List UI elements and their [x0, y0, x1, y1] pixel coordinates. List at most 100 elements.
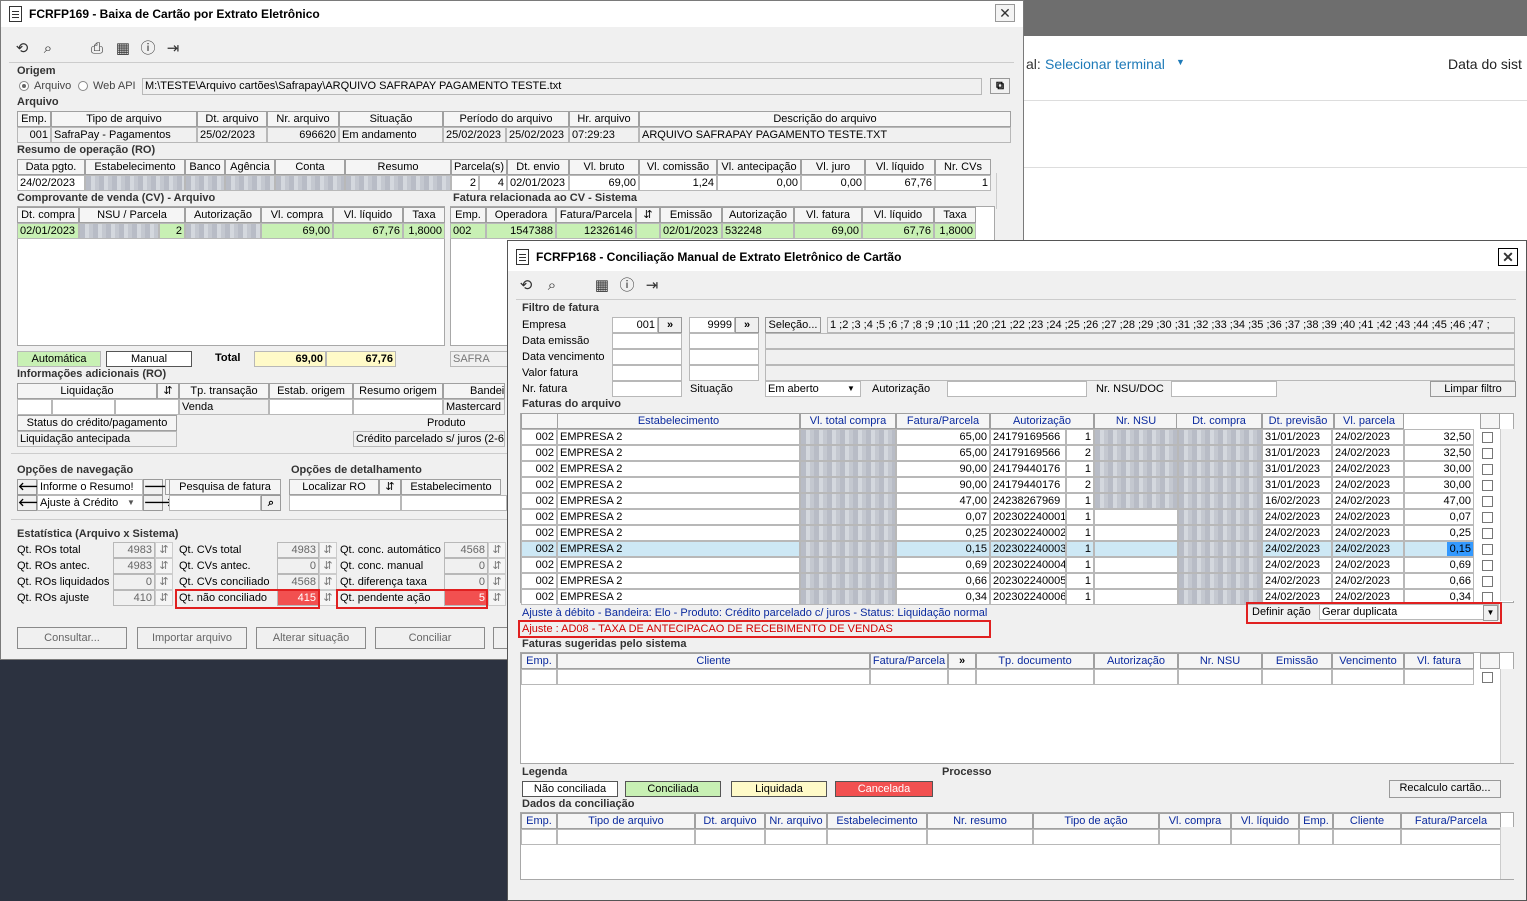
- fat-row-1-empresa[interactable]: EMPRESA 2: [557, 445, 800, 461]
- fat-row-8-vlparcela[interactable]: 0,69: [1404, 557, 1474, 573]
- nav-prev-button-2[interactable]: 🡐: [17, 495, 48, 511]
- cv-vlliquido[interactable]: 67,76: [333, 223, 403, 239]
- fat-row-9-parcela[interactable]: 1: [1066, 573, 1094, 589]
- empresa-to-button[interactable]: »: [735, 317, 759, 333]
- fat-row-5-checkbox[interactable]: [1482, 512, 1493, 523]
- fat-row-2-checkbox[interactable]: [1482, 464, 1493, 475]
- help-icon-2[interactable]: ⓘ: [617, 277, 637, 295]
- fat-row-2-parcela[interactable]: 1: [1066, 461, 1094, 477]
- fat-row-1-emp[interactable]: 002: [521, 445, 557, 461]
- fat-row-4-dtprevisao[interactable]: 24/02/2023: [1332, 493, 1404, 509]
- fat-row-8-dtprevisao[interactable]: 24/02/2023: [1332, 557, 1404, 573]
- exit-icon[interactable]: ⇥: [163, 40, 183, 58]
- cv-dtcompra[interactable]: 02/01/2023: [17, 223, 79, 239]
- close-button[interactable]: ✕: [995, 4, 1015, 22]
- definir-acao-dropdown-icon[interactable]: ▼: [1483, 605, 1498, 621]
- fat-row-3-dtcompra[interactable]: 31/01/2023: [1262, 477, 1332, 493]
- ro-dtenvio[interactable]: 02/01/2023: [507, 175, 569, 191]
- fat-row-5-emp[interactable]: 002: [521, 509, 557, 525]
- fat-row-3-parcela[interactable]: 2: [1066, 477, 1094, 493]
- fat-row-1-parcela[interactable]: 2: [1066, 445, 1094, 461]
- cv-vlcompra[interactable]: 69,00: [261, 223, 333, 239]
- fat-row-1-dtprevisao[interactable]: 24/02/2023: [1332, 445, 1404, 461]
- fat-vlliquido[interactable]: 67,76: [862, 223, 934, 239]
- fat-row-9-fatura[interactable]: 202302240005: [990, 573, 1066, 589]
- cv-parcela[interactable]: 2: [159, 223, 185, 239]
- sug-row-0-cell-8[interactable]: [1332, 669, 1404, 685]
- fat-row-7-emp[interactable]: 002: [521, 541, 557, 557]
- dados-row-0-cell-0[interactable]: [521, 829, 557, 845]
- fat-row-8-checkbox[interactable]: [1482, 560, 1493, 571]
- situacao-dropdown-icon[interactable]: ▼: [847, 384, 855, 393]
- nsu-filter-input[interactable]: [1171, 381, 1277, 397]
- sug-row-0-cell-6[interactable]: [1178, 669, 1262, 685]
- print-icon[interactable]: ⎙: [87, 40, 107, 58]
- fat-autorizacao[interactable]: 532248: [722, 223, 794, 239]
- dados-row-0-cell-6[interactable]: [1033, 829, 1159, 845]
- dados-row-0-cell-2[interactable]: [695, 829, 765, 845]
- ro-nrcvs[interactable]: 1: [935, 175, 991, 191]
- fat-row-6-parcela[interactable]: 1: [1066, 525, 1094, 541]
- fat-fatura[interactable]: 12326146: [556, 223, 636, 239]
- fat-row-5-parcela[interactable]: 1: [1066, 509, 1094, 525]
- stats3-sort-1[interactable]: ⇵: [488, 558, 506, 574]
- fat-row-5-vltotal[interactable]: 0,07: [896, 509, 990, 525]
- dados-row-0-cell-7[interactable]: [1159, 829, 1231, 845]
- fat-row-1-dtcompra[interactable]: 31/01/2023: [1262, 445, 1332, 461]
- dados-row-0-cell-11[interactable]: [1401, 829, 1501, 845]
- fat-row-9-vlparcela[interactable]: 0,66: [1404, 573, 1474, 589]
- dados-row-0-cell-3[interactable]: [765, 829, 827, 845]
- sug-row-0-cell-7[interactable]: [1262, 669, 1332, 685]
- fat-row-3-vlparcela[interactable]: 30,00: [1404, 477, 1474, 493]
- fat-row-8-empresa[interactable]: EMPRESA 2: [557, 557, 800, 573]
- fat-row-5-fatura[interactable]: 202302240001: [990, 509, 1066, 525]
- fat-row-3-emp[interactable]: 002: [521, 477, 557, 493]
- fat-row-6-checkbox[interactable]: [1482, 528, 1493, 539]
- fat-row-0-parcela[interactable]: 1: [1066, 429, 1094, 445]
- fat-row-7-dtprevisao[interactable]: 24/02/2023: [1332, 541, 1404, 557]
- fat-row-9-dtprevisao[interactable]: 24/02/2023: [1332, 573, 1404, 589]
- arq-situacao[interactable]: Em andamento: [339, 127, 443, 143]
- fat-row-3-fatura[interactable]: 24179440176: [990, 477, 1066, 493]
- ro-vlbruto[interactable]: 69,00: [569, 175, 639, 191]
- fat-row-5-empresa[interactable]: EMPRESA 2: [557, 509, 800, 525]
- info-liquidacao-1[interactable]: [17, 399, 52, 415]
- nav-prev-button-1[interactable]: 🡐: [17, 479, 48, 495]
- fat-row-6-empresa[interactable]: EMPRESA 2: [557, 525, 800, 541]
- fat-row-6-emp[interactable]: 002: [521, 525, 557, 541]
- arq-tipo[interactable]: SafraPay - Pagamentos: [51, 127, 197, 143]
- fat-row-7-dtcompra[interactable]: 24/02/2023: [1262, 541, 1332, 557]
- refresh-icon[interactable]: ⟲: [12, 40, 32, 58]
- cv-taxa[interactable]: 1,8000: [403, 223, 445, 239]
- sug-row-0-cell-0[interactable]: [521, 669, 557, 685]
- dados-row-0-cell-9[interactable]: [1299, 829, 1333, 845]
- arq-periodo-ini[interactable]: 25/02/2023: [443, 127, 506, 143]
- fat-operadora[interactable]: 1547388: [486, 223, 556, 239]
- fat-row-3-vltotal[interactable]: 90,00: [896, 477, 990, 493]
- stats1-sort-0[interactable]: ⇵: [155, 542, 173, 558]
- arq-hr[interactable]: 07:29:23: [569, 127, 639, 143]
- sug-row-0-cell-5[interactable]: [1094, 669, 1178, 685]
- refresh-icon-2[interactable]: ⟲: [516, 277, 536, 295]
- fat-row-7-autorizacao[interactable]: [1094, 541, 1178, 557]
- ro-datapgto[interactable]: 24/02/2023: [17, 175, 85, 191]
- file-browse-button[interactable]: ⧉: [990, 78, 1010, 94]
- fat-row-8-autorizacao[interactable]: [1094, 557, 1178, 573]
- fat-row-8-parcela[interactable]: 1: [1066, 557, 1094, 573]
- stats2-sort-1[interactable]: ⇵: [319, 558, 337, 574]
- arq-nr[interactable]: 696620: [267, 127, 339, 143]
- definir-acao-select[interactable]: Gerar duplicata: [1319, 604, 1499, 620]
- fat-row-4-fatura[interactable]: 24238267969: [990, 493, 1066, 509]
- close-button-2[interactable]: ✕: [1498, 248, 1518, 266]
- fat-row-7-vltotal[interactable]: 0,15: [896, 541, 990, 557]
- arq-emp[interactable]: 001: [17, 127, 51, 143]
- data-emissao-from[interactable]: [612, 333, 682, 349]
- fat-taxa[interactable]: 1,8000: [934, 223, 976, 239]
- dados-row-0-cell-5[interactable]: [927, 829, 1033, 845]
- fat-col-sort[interactable]: ⇵: [636, 207, 660, 223]
- status-credito-value[interactable]: Liquidação antecipada: [17, 431, 177, 447]
- faturas-col-check[interactable]: [1480, 413, 1500, 429]
- nav-next-button-2[interactable]: 🡒: [143, 495, 174, 511]
- estab-input[interactable]: [401, 495, 507, 511]
- fat-row-5-autorizacao[interactable]: [1094, 509, 1178, 525]
